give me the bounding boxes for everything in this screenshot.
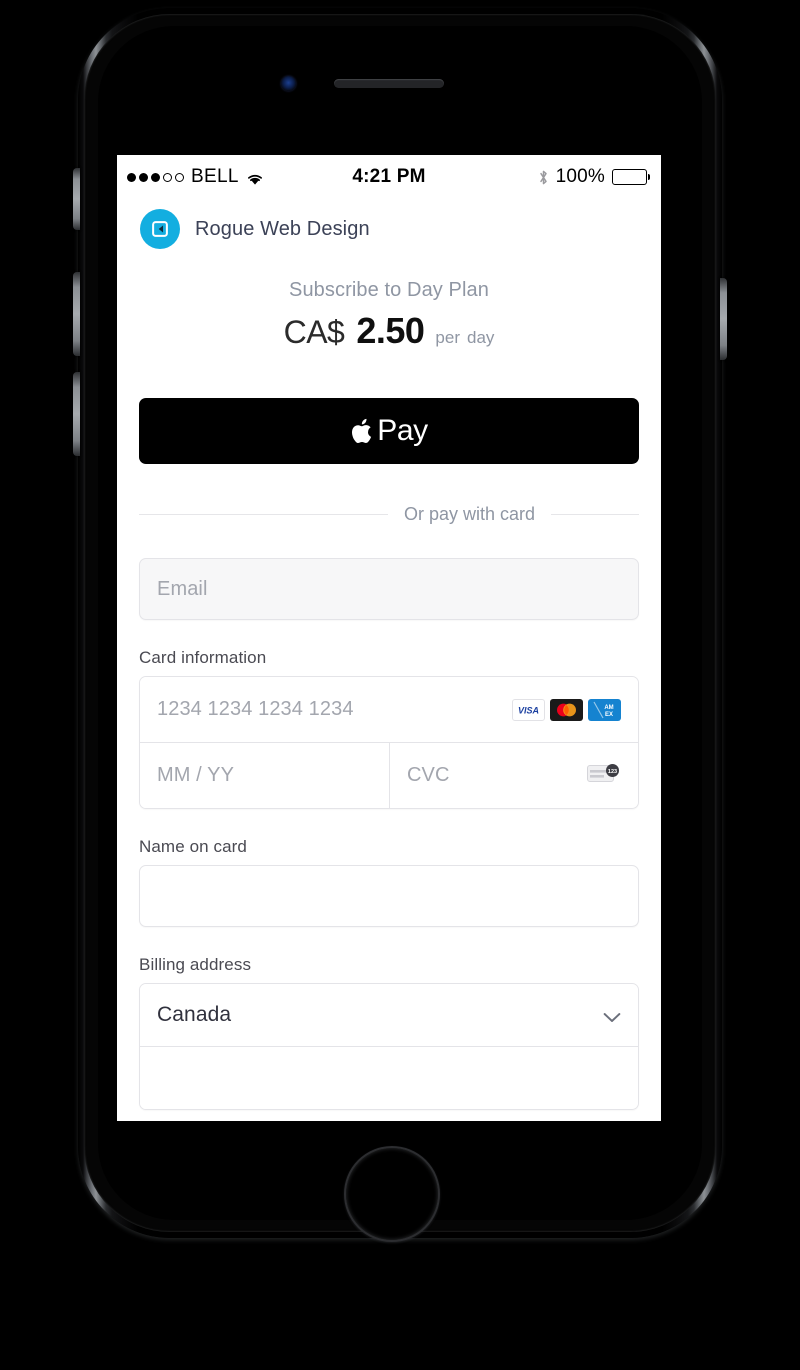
front-camera-icon bbox=[281, 76, 296, 91]
carrier-name: BELL bbox=[191, 166, 239, 187]
payment-form: Email Card information 1234 1234 1234 12… bbox=[117, 525, 661, 1110]
divider-line-right bbox=[551, 514, 639, 515]
price-row: CA$ 2.50 per day bbox=[117, 310, 661, 352]
battery-percentage: 100% bbox=[555, 166, 605, 187]
card-information-label: Card information bbox=[139, 648, 267, 667]
divider-label: Or pay with card bbox=[403, 504, 535, 524]
name-on-card-label: Name on card bbox=[139, 837, 247, 856]
svg-text:123: 123 bbox=[608, 769, 617, 775]
merchant-logo-icon bbox=[140, 209, 180, 249]
card-expiry-field[interactable]: MM / YY bbox=[140, 743, 389, 808]
svg-text:AM: AM bbox=[604, 705, 613, 711]
mastercard-icon bbox=[550, 698, 583, 721]
svg-text:VISA: VISA bbox=[518, 705, 539, 715]
or-pay-with-card-divider: Or pay with card bbox=[117, 464, 661, 525]
wifi-icon bbox=[246, 170, 264, 185]
card-cvc-placeholder: CVC bbox=[407, 764, 450, 786]
volume-up-button[interactable] bbox=[73, 272, 80, 356]
billing-address-group: Canada bbox=[139, 983, 639, 1110]
email-field[interactable]: Email bbox=[139, 558, 639, 620]
status-bar-left: BELL bbox=[127, 166, 264, 188]
svg-text:EX: EX bbox=[605, 712, 613, 718]
card-cvc-field[interactable]: CVC 123 bbox=[389, 743, 638, 808]
apple-pay-button[interactable]: Pay bbox=[139, 398, 639, 464]
card-brand-icons: VISA AM EX bbox=[512, 698, 621, 721]
price-period-unit: day bbox=[466, 328, 495, 347]
screenshot-stage: BELL 4:21 PM 100% Rogue Web Design Subsc… bbox=[0, 0, 800, 1370]
visa-icon: VISA bbox=[512, 698, 545, 721]
phone-screen: BELL 4:21 PM 100% Rogue Web Design Subsc… bbox=[117, 155, 661, 1121]
billing-country-select[interactable]: Canada bbox=[140, 984, 638, 1047]
billing-address-line-field[interactable] bbox=[140, 1047, 638, 1109]
apple-pay-label: Pay bbox=[377, 414, 428, 447]
plan-summary: Subscribe to Day Plan CA$ 2.50 per day bbox=[117, 249, 661, 352]
earpiece-speaker bbox=[334, 79, 444, 88]
power-button[interactable] bbox=[720, 278, 727, 360]
bluetooth-icon bbox=[538, 169, 549, 186]
price-period: per day bbox=[435, 328, 494, 348]
name-on-card-field[interactable] bbox=[139, 865, 639, 927]
amex-icon: AM EX bbox=[588, 698, 621, 721]
card-number-placeholder: 1234 1234 1234 1234 bbox=[157, 698, 354, 720]
chevron-down-icon bbox=[603, 1010, 621, 1022]
volume-down-button[interactable] bbox=[73, 372, 80, 456]
card-expiry-cvc-row: MM / YY CVC 123 bbox=[140, 743, 638, 808]
price-amount: 2.50 bbox=[356, 310, 425, 351]
home-button[interactable] bbox=[344, 1146, 440, 1242]
card-information-group: 1234 1234 1234 1234 VISA AM EX MM / YY C… bbox=[139, 676, 639, 809]
price-period-label: per bbox=[435, 328, 460, 347]
price-currency: CA$ bbox=[283, 314, 345, 350]
silent-switch-button[interactable] bbox=[73, 168, 80, 230]
status-bar-right: 100% bbox=[538, 166, 650, 188]
apple-pay-section: Pay bbox=[117, 352, 661, 464]
status-bar: BELL 4:21 PM 100% bbox=[117, 155, 661, 199]
billing-address-label: Billing address bbox=[139, 955, 252, 974]
divider-line-left bbox=[139, 514, 388, 515]
battery-icon bbox=[612, 169, 650, 185]
apple-logo-icon bbox=[350, 416, 374, 446]
email-placeholder: Email bbox=[157, 577, 208, 600]
cvc-card-icon: 123 bbox=[587, 762, 621, 789]
merchant-name: Rogue Web Design bbox=[195, 217, 370, 240]
billing-country-value: Canada bbox=[157, 1003, 232, 1026]
card-number-field[interactable]: 1234 1234 1234 1234 VISA AM EX bbox=[140, 677, 638, 743]
merchant-header: Rogue Web Design bbox=[117, 199, 661, 249]
plan-title: Subscribe to Day Plan bbox=[289, 279, 489, 301]
card-expiry-placeholder: MM / YY bbox=[157, 764, 235, 786]
signal-strength-icon bbox=[127, 172, 184, 182]
